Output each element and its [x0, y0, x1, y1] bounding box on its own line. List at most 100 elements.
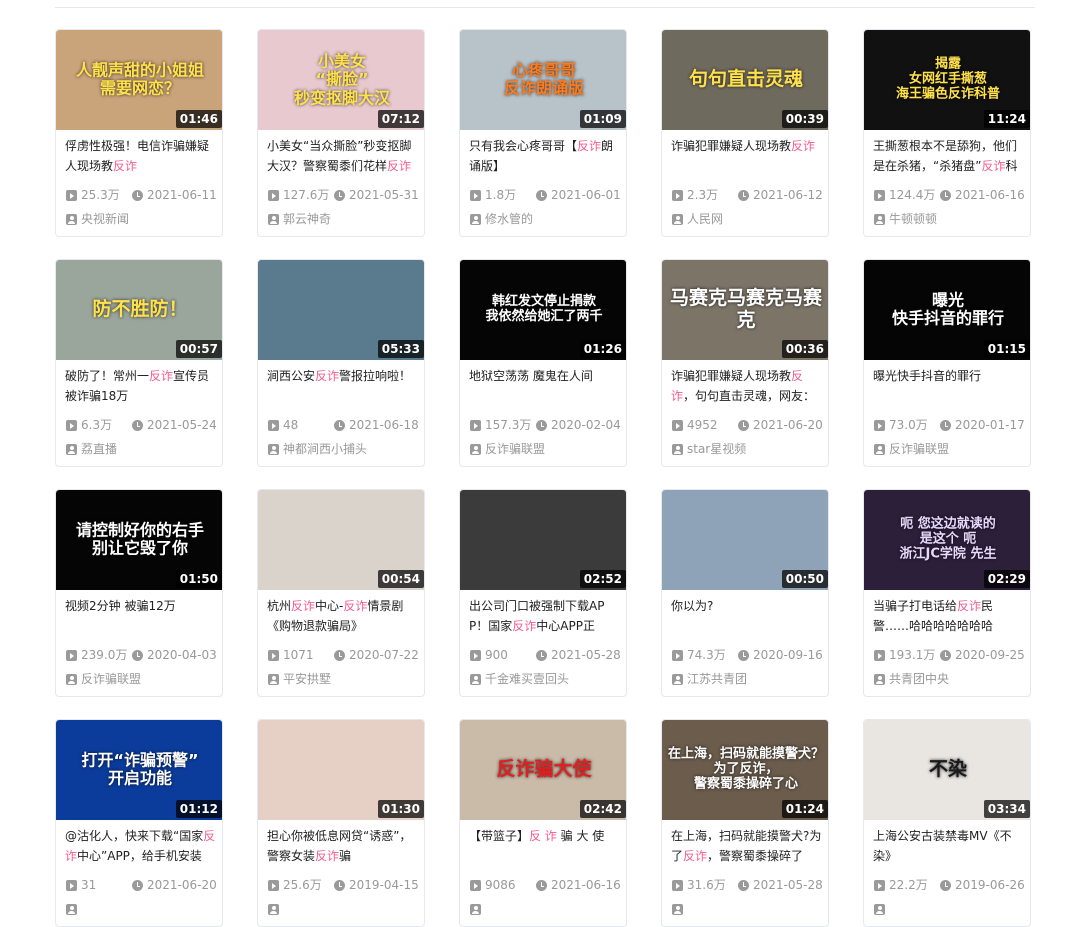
video-thumbnail[interactable]: 00:54	[258, 490, 424, 590]
video-title[interactable]: 杭州反诈中心-反诈情景剧《购物退款骗局》	[267, 596, 419, 636]
uploader[interactable]: 平安拱墅	[268, 670, 420, 688]
uploader-name[interactable]: 牛顿顿顿	[889, 212, 937, 226]
video-card[interactable]: 马赛克马赛克马赛克 00:36 诈骗犯罪嫌疑人现场教反诈，句句直击灵魂，网友： 495…	[661, 259, 829, 467]
video-title[interactable]: 破防了！常州一反诈宣传员被诈骗18万	[65, 366, 217, 406]
uploader-name[interactable]: 反诈骗联盟	[889, 442, 949, 456]
uploader[interactable]: 反诈骗联盟	[874, 440, 1026, 458]
uploader[interactable]: 神都涧西小捕头	[268, 440, 420, 458]
uploader[interactable]: star星视频	[672, 440, 824, 458]
uploader[interactable]: 反诈骗联盟	[66, 670, 218, 688]
uploader[interactable]: 郭云神奇	[268, 210, 420, 228]
video-card[interactable]: 打开“诈骗预警” 开启功能 01:12 @沽化人，快来下载“国家反诈中心”APP，给…	[55, 719, 223, 927]
uploader[interactable]: 人民网	[672, 210, 824, 228]
thumbnail-caption: 韩红发文停止捐款 我依然给她汇了两千	[485, 294, 603, 324]
uploader-name[interactable]: star星视频	[687, 442, 746, 456]
video-thumbnail[interactable]: 在上海，扫码就能摸警犬？为了反诈， 警察蜀黍操碎了心 01:24	[662, 720, 828, 820]
video-thumbnail[interactable]: 心疼哥哥 反诈朗诵版 01:09	[460, 30, 626, 130]
video-title[interactable]: 俘虏性极强！电信诈骗嫌疑人现场教反诈	[65, 136, 217, 176]
video-thumbnail[interactable]: 反诈骗大使 02:42	[460, 720, 626, 820]
uploader-name[interactable]: 千金难买壹回头	[485, 672, 569, 686]
video-title[interactable]: 涧西公安反诈警报拉响啦！	[267, 366, 419, 406]
video-card[interactable]: 反诈骗大使 02:42 【带篮子】反 诈 骗 大 使 9086 2021-06-16	[459, 719, 627, 927]
video-card[interactable]: 心疼哥哥 反诈朗诵版 01:09 只有我会心疼哥哥【反诈朗诵版】 1.8万 2021-0…	[459, 29, 627, 237]
video-thumbnail[interactable]: 打开“诈骗预警” 开启功能 01:12	[56, 720, 222, 820]
video-card[interactable]: 曝光 快手抖音的罪行 01:15 曝光快手抖音的罪行 73.0万 2020-01-17 反…	[863, 259, 1031, 467]
video-thumbnail[interactable]: 不染 03:34	[864, 720, 1030, 820]
video-card[interactable]: 不染 03:34 上海公安古装禁毒MV《不染》 22.2万 2019-06-26	[863, 719, 1031, 927]
video-title[interactable]: 在上海，扫码就能摸警犬?为了反诈，警察蜀黍操碎了	[671, 826, 823, 866]
video-title[interactable]: 地狱空荡荡 魔鬼在人间	[469, 366, 621, 406]
keyword-highlight: 反诈	[291, 599, 316, 613]
video-thumbnail[interactable]: 防不胜防！ 00:57	[56, 260, 222, 360]
video-card[interactable]: 00:50 你以为? 74.3万 2020-09-16 江苏共青团	[661, 489, 829, 697]
video-card[interactable]: 呃 您这边就读的 是这个 呃 浙江JC学院 先生 02:29 当骗子打电话给反诈民警…	[863, 489, 1031, 697]
uploader-name[interactable]: 共青团中央	[889, 672, 949, 686]
video-thumbnail[interactable]: 韩红发文停止捐款 我依然给她汇了两千 01:26	[460, 260, 626, 360]
uploader[interactable]: 牛顿顿顿	[874, 210, 1026, 228]
video-thumbnail[interactable]: 句句直击灵魂 00:39	[662, 30, 828, 130]
video-title[interactable]: 你以为?	[671, 596, 823, 636]
video-card[interactable]: 小美女 “撕脸” 秒变抠脚大汉 07:12 小美女“当众撕脸”秒变抠脚大汉？警察蜀黍…	[257, 29, 425, 237]
video-card[interactable]: 在上海，扫码就能摸警犬？为了反诈， 警察蜀黍操碎了心 01:24 在上海，扫码就能摸…	[661, 719, 829, 927]
uploader[interactable]	[470, 900, 622, 918]
video-thumbnail[interactable]: 01:30	[258, 720, 424, 820]
video-title[interactable]: 上海公安古装禁毒MV《不染》	[873, 826, 1025, 866]
video-thumbnail[interactable]: 00:50	[662, 490, 828, 590]
uploader-name[interactable]: 平安拱墅	[283, 672, 331, 686]
video-thumbnail[interactable]: 呃 您这边就读的 是这个 呃 浙江JC学院 先生 02:29	[864, 490, 1030, 590]
video-thumbnail[interactable]: 人靓声甜的小姐姐 需要网恋？ 01:46	[56, 30, 222, 130]
video-card[interactable]: 01:30 担心你被低息网贷“诱惑”，警察女装反诈骗 25.6万 2019-04-15	[257, 719, 425, 927]
video-thumbnail[interactable]: 02:52	[460, 490, 626, 590]
uploader-name[interactable]: 人民网	[687, 212, 723, 226]
video-card[interactable]: 请控制好你的右手 别让它毁了你 01:50 视频2分钟 被骗12万 239.0万 202…	[55, 489, 223, 697]
video-title[interactable]: 担心你被低息网贷“诱惑”，警察女装反诈骗	[267, 826, 419, 866]
play-count-icon	[874, 650, 885, 661]
uploader-name[interactable]: 江苏共青团	[687, 672, 747, 686]
uploader-name[interactable]: 反诈骗联盟	[81, 672, 141, 686]
video-title[interactable]: 出公司门口被强制下载APP！国家反诈中心APP正	[469, 596, 621, 636]
video-title[interactable]: 王撕葱根本不是舔狗，他们是在杀猪，“杀猪盘”反诈科	[873, 136, 1025, 176]
uploader-name[interactable]: 央视新闻	[81, 212, 129, 226]
video-title[interactable]: 诈骗犯罪嫌疑人现场教反诈	[671, 136, 823, 176]
video-title[interactable]: 曝光快手抖音的罪行	[873, 366, 1025, 406]
video-thumbnail[interactable]: 小美女 “撕脸” 秒变抠脚大汉 07:12	[258, 30, 424, 130]
video-card[interactable]: 人靓声甜的小姐姐 需要网恋？ 01:46 俘虏性极强！电信诈骗嫌疑人现场教反诈 25.…	[55, 29, 223, 237]
video-thumbnail[interactable]: 揭露 女网红手撕葱 海王骗色反诈科普 11:24	[864, 30, 1030, 130]
uploader-name[interactable]: 神都涧西小捕头	[283, 442, 367, 456]
uploader[interactable]	[672, 900, 824, 918]
uploader-name[interactable]: 郭云神奇	[283, 212, 331, 226]
uploader-name[interactable]: 修水管的	[485, 212, 533, 226]
video-card[interactable]: 防不胜防！ 00:57 破防了！常州一反诈宣传员被诈骗18万 6.3万 2021-05-…	[55, 259, 223, 467]
video-card[interactable]: 韩红发文停止捐款 我依然给她汇了两千 01:26 地狱空荡荡 魔鬼在人间 157.3万…	[459, 259, 627, 467]
video-title[interactable]: 当骗子打电话给反诈民警……哈哈哈哈哈哈哈	[873, 596, 1025, 636]
video-thumbnail[interactable]: 05:33	[258, 260, 424, 360]
uploader[interactable]: 千金难买壹回头	[470, 670, 622, 688]
video-title[interactable]: 只有我会心疼哥哥【反诈朗诵版】	[469, 136, 621, 176]
video-card[interactable]: 05:33 涧西公安反诈警报拉响啦！ 48 2021-06-18 神都涧西小捕头	[257, 259, 425, 467]
uploader-name[interactable]: 荔直播	[81, 442, 117, 456]
video-thumbnail[interactable]: 马赛克马赛克马赛克 00:36	[662, 260, 828, 360]
uploader[interactable]: 江苏共青团	[672, 670, 824, 688]
uploader[interactable]: 央视新闻	[66, 210, 218, 228]
uploader[interactable]: 荔直播	[66, 440, 218, 458]
video-title[interactable]: 小美女“当众撕脸”秒变抠脚大汉？警察蜀黍们花样反诈	[267, 136, 419, 176]
video-title[interactable]: 诈骗犯罪嫌疑人现场教反诈，句句直击灵魂，网友：	[671, 366, 823, 406]
video-card[interactable]: 句句直击灵魂 00:39 诈骗犯罪嫌疑人现场教反诈 2.3万 2021-06-12 人民网	[661, 29, 829, 237]
video-title[interactable]: 视频2分钟 被骗12万	[65, 596, 217, 636]
video-card[interactable]: 02:52 出公司门口被强制下载APP！国家反诈中心APP正 900 2021-05-…	[459, 489, 627, 697]
uploader[interactable]	[268, 900, 420, 918]
video-card[interactable]: 00:54 杭州反诈中心-反诈情景剧《购物退款骗局》 1071 2020-07-22 平…	[257, 489, 425, 697]
uploader[interactable]: 共青团中央	[874, 670, 1026, 688]
uploader-name[interactable]: 反诈骗联盟	[485, 442, 545, 456]
uploader[interactable]	[874, 900, 1026, 918]
upload-date: 2021-05-31	[334, 186, 419, 204]
video-title[interactable]: 【带篮子】反 诈 骗 大 使	[469, 826, 621, 866]
video-meta: 4952 2021-06-20	[672, 416, 824, 434]
video-card[interactable]: 揭露 女网红手撕葱 海王骗色反诈科普 11:24 王撕葱根本不是舔狗，他们是在杀猪，…	[863, 29, 1031, 237]
video-title[interactable]: @沽化人，快来下载“国家反诈中心”APP，给手机安装	[65, 826, 217, 866]
video-thumbnail[interactable]: 请控制好你的右手 别让它毁了你 01:50	[56, 490, 222, 590]
uploader[interactable]: 修水管的	[470, 210, 622, 228]
uploader[interactable]: 反诈骗联盟	[470, 440, 622, 458]
uploader[interactable]	[66, 900, 218, 918]
video-thumbnail[interactable]: 曝光 快手抖音的罪行 01:15	[864, 260, 1030, 360]
